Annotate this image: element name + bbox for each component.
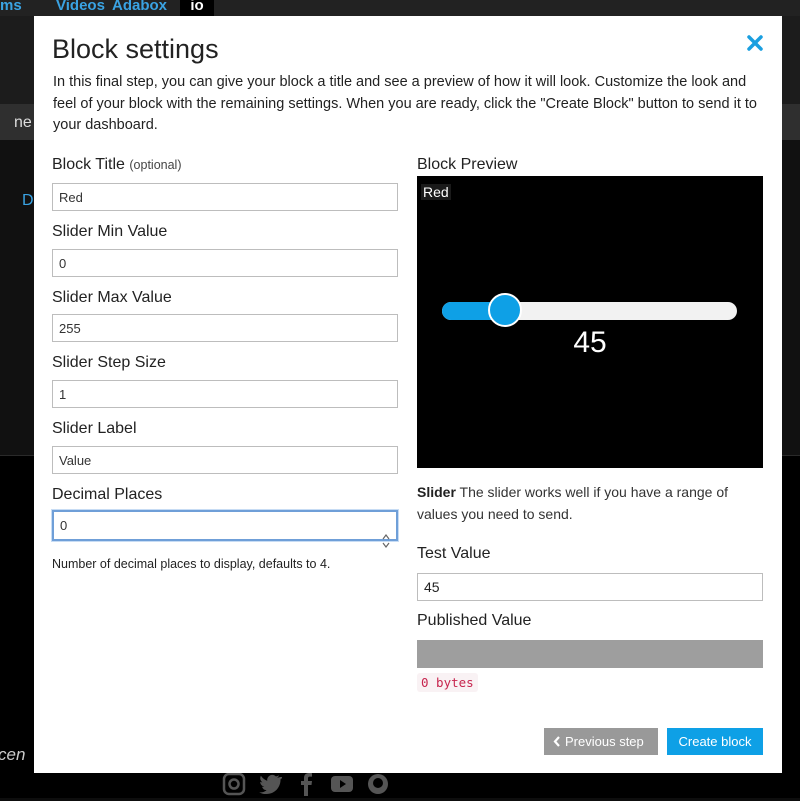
block-title-label-text: Block Title <box>52 156 125 173</box>
block-title-input[interactable] <box>52 183 398 211</box>
youtube-icon[interactable] <box>330 772 354 796</box>
slider-max-input[interactable] <box>52 314 398 342</box>
slider-step-input[interactable] <box>52 380 398 408</box>
twitter-icon[interactable] <box>258 772 283 796</box>
slider-min-label: Slider Min Value <box>52 223 168 240</box>
published-value-label: Published Value <box>417 612 532 629</box>
block-preview: Red 45 <box>417 176 763 468</box>
stepper-arrows-icon[interactable] <box>382 533 390 549</box>
slider-step-label: Slider Step Size <box>52 354 166 371</box>
create-block-button[interactable]: Create block <box>667 728 763 755</box>
nav-item-videos[interactable]: Videos <box>56 0 105 14</box>
slider-description-text: The slider works well if you have a rang… <box>417 484 729 522</box>
preview-block-title: Red <box>421 184 451 200</box>
slider-description: Slider The slider works well if you have… <box>417 482 763 525</box>
slider-label-input[interactable] <box>52 446 398 474</box>
block-title-label: Block Title (optional) <box>52 156 182 174</box>
modal-title: Block settings <box>52 34 219 64</box>
slider-min-input[interactable] <box>52 249 398 277</box>
block-preview-label: Block Preview <box>417 156 518 173</box>
preview-value: 45 <box>573 326 607 359</box>
nav-item-adabox[interactable]: Adabox <box>112 0 167 14</box>
chevron-left-icon <box>553 736 560 747</box>
preview-value-display: 45 <box>417 326 763 360</box>
block-settings-modal: Block settings In this final step, you c… <box>34 16 782 773</box>
background-nav: ms Videos Adabox <box>0 0 800 16</box>
slider-label-label: Slider Label <box>52 420 137 437</box>
background-footer-text: cen <box>0 745 26 764</box>
slider-max-label: Slider Max Value <box>52 289 172 306</box>
background-link: D <box>22 192 34 209</box>
published-value-display <box>417 640 763 668</box>
previous-step-label: Previous step <box>565 734 644 749</box>
test-value-label: Test Value <box>417 545 491 562</box>
close-icon[interactable] <box>744 32 766 54</box>
facebook-icon[interactable] <box>294 772 318 796</box>
decimal-places-help: Number of decimal places to display, def… <box>52 557 331 571</box>
decimal-places-label: Decimal Places <box>52 486 163 503</box>
test-value-input[interactable] <box>417 573 763 601</box>
decimal-places-input[interactable] <box>52 510 398 541</box>
nav-item-ms[interactable]: ms <box>0 0 22 14</box>
nav-item-io[interactable]: io <box>180 0 214 16</box>
optional-hint: (optional) <box>129 158 182 172</box>
slider-description-name: Slider <box>417 484 456 500</box>
modal-description: In this final step, you can give your bl… <box>53 74 757 133</box>
background-toolbar-text: ne <box>14 114 32 131</box>
instagram-icon[interactable] <box>222 772 246 796</box>
previous-step-button[interactable]: Previous step <box>544 728 658 755</box>
published-bytes: 0 bytes <box>417 673 478 692</box>
github-icon[interactable] <box>366 772 390 796</box>
social-links <box>222 772 390 796</box>
slider-thumb[interactable] <box>488 293 523 327</box>
